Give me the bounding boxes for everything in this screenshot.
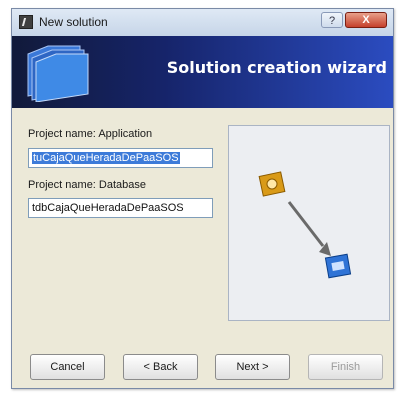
cancel-button[interactable]: Cancel — [30, 354, 105, 380]
db-name-input[interactable]: tdbCajaQueHeradaDePaaSOS — [28, 198, 213, 218]
wizard-banner: Solution creation wizard — [12, 36, 393, 108]
finish-button[interactable]: Finish — [308, 354, 383, 380]
close-button[interactable]: X — [345, 12, 387, 28]
wizard-content: Project name: Application tuCajaQueHerad… — [12, 108, 393, 390]
database-icon — [324, 253, 352, 279]
window-title: New solution — [39, 15, 108, 29]
folder-stack-icon — [27, 45, 89, 102]
app-name-input[interactable]: tuCajaQueHeradaDePaaSOS — [28, 148, 213, 168]
app-name-value: tuCajaQueHeradaDePaaSOS — [32, 152, 180, 164]
wizard-window: New solution ? X Solution creation wizar… — [11, 8, 394, 389]
project-diagram — [228, 125, 390, 321]
arrow-icon — [287, 201, 331, 256]
application-gear-icon — [258, 171, 286, 197]
app-name-label: Project name: Application — [28, 128, 153, 140]
wizard-title: Solution creation wizard — [166, 58, 387, 77]
help-button[interactable]: ? — [321, 12, 343, 28]
next-button[interactable]: Next > — [215, 354, 290, 380]
title-bar[interactable]: New solution ? X — [12, 9, 393, 36]
diagram-graphic — [258, 171, 352, 279]
app-icon — [19, 15, 33, 29]
db-name-label: Project name: Database — [28, 179, 147, 191]
back-button[interactable]: < Back — [123, 354, 198, 380]
